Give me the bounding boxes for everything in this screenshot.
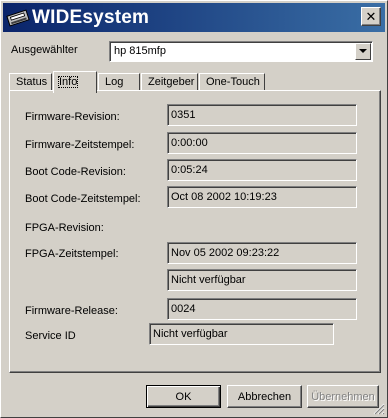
cancel-button[interactable]: Abbrechen bbox=[227, 385, 302, 408]
firmware-revision-label: Firmware-Revision: bbox=[25, 111, 120, 123]
tab-status[interactable]: Status bbox=[9, 73, 52, 91]
widesystem-window: WIDEsystem ✕ Ausgewählter hp 815mfp Stat… bbox=[0, 0, 388, 418]
firmware-release-field: 0024 bbox=[167, 298, 357, 320]
bootcode-timestamp-field: Oct 08 2002 10:19:23 bbox=[167, 186, 357, 208]
chevron-down-icon bbox=[359, 49, 367, 53]
firmware-timestamp-label: Firmware-Zeitstempel: bbox=[25, 139, 135, 151]
window-title: WIDEsystem bbox=[32, 6, 150, 28]
resize-grip-icon[interactable] bbox=[373, 403, 385, 415]
bootcode-revision-label: Boot Code-Revision: bbox=[25, 166, 126, 178]
close-icon: ✕ bbox=[365, 9, 377, 24]
printer-icon bbox=[5, 7, 31, 29]
device-select-value: hp 815mfp bbox=[114, 45, 166, 57]
ok-button[interactable]: OK bbox=[146, 385, 221, 408]
fpga-extra-field: Nicht verfügbar bbox=[167, 269, 357, 291]
tab-info-label: Info bbox=[58, 76, 79, 88]
tab-status-label: Status bbox=[16, 76, 48, 88]
tab-zeitgeber-label: Zeitgeber bbox=[148, 76, 195, 88]
dropdown-button[interactable] bbox=[355, 43, 371, 60]
tab-log-label: Log bbox=[105, 76, 124, 88]
tab-one-touch[interactable]: One-Touch bbox=[199, 73, 265, 91]
firmware-timestamp-field: 0:00:00 bbox=[167, 132, 357, 154]
close-button[interactable]: ✕ bbox=[361, 7, 381, 26]
apply-button[interactable]: Übernehmen bbox=[307, 385, 379, 408]
bootcode-revision-field: 0:05:24 bbox=[167, 159, 357, 181]
firmware-revision-field: 0351 bbox=[167, 104, 357, 126]
firmware-release-label: Firmware-Release: bbox=[25, 305, 118, 317]
fpga-timestamp-field: Nov 05 2002 09:23:22 bbox=[167, 242, 357, 264]
info-panel: Firmware-Revision: 0351 Firmware-Zeitste… bbox=[9, 90, 381, 373]
device-select[interactable]: hp 815mfp bbox=[109, 41, 373, 62]
tab-one-touch-label: One-Touch bbox=[206, 76, 260, 88]
service-id-label: Service ID bbox=[25, 330, 76, 342]
tab-zeitgeber[interactable]: Zeitgeber bbox=[141, 73, 198, 91]
bootcode-timestamp-label: Boot Code-Zeitstempel: bbox=[25, 193, 141, 205]
service-id-field: Nicht verfügbar bbox=[149, 323, 334, 345]
tab-info[interactable]: Info bbox=[53, 71, 97, 93]
fpga-timestamp-label: FPGA-Zeitstempel: bbox=[25, 248, 119, 260]
selector-label-text: Ausgewählter bbox=[11, 44, 78, 56]
tab-log[interactable]: Log bbox=[98, 73, 140, 91]
selector-label: Ausgewählter bbox=[11, 44, 78, 56]
title-bar[interactable]: WIDEsystem ✕ bbox=[3, 3, 385, 32]
fpga-revision-label: FPGA-Revision: bbox=[25, 222, 104, 234]
